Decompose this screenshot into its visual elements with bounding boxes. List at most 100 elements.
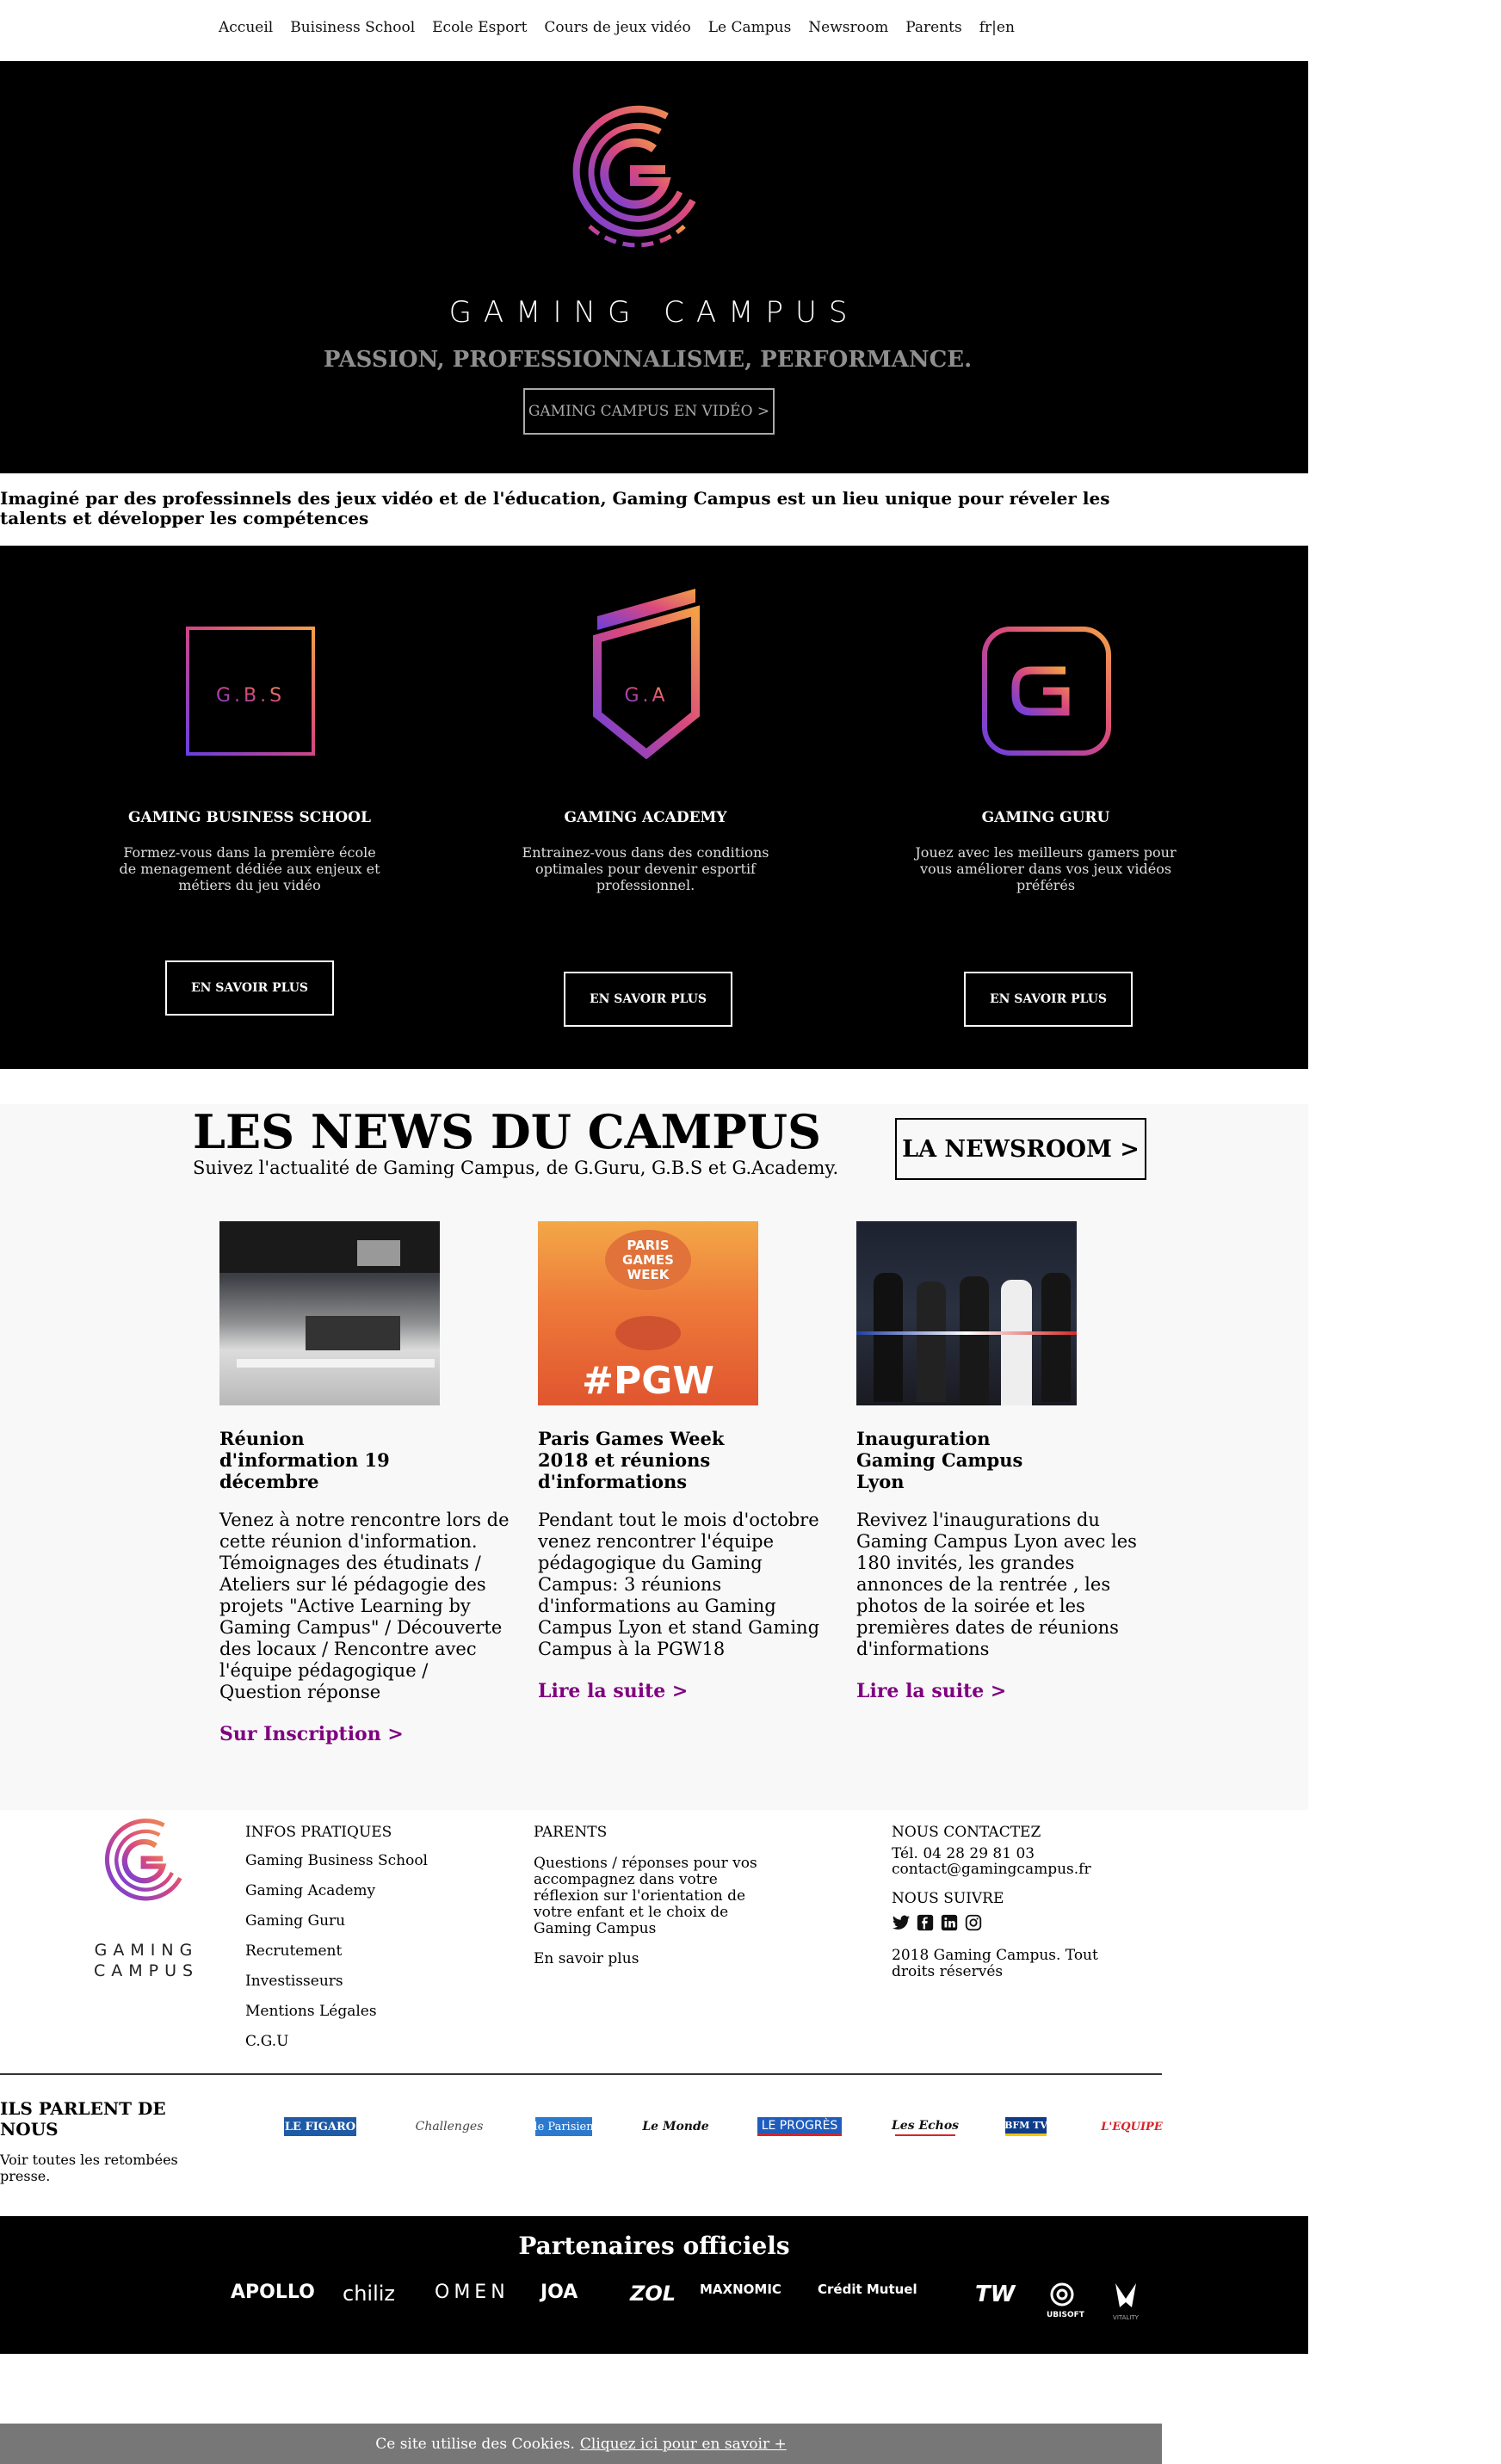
footer-link-guru[interactable]: Gaming Guru bbox=[245, 1913, 428, 1929]
ubisoft-swirl-icon bbox=[1050, 2282, 1074, 2307]
video-button[interactable]: GAMING CAMPUS EN VIDÉO > bbox=[523, 388, 775, 435]
footer-link-academy[interactable]: Gaming Academy bbox=[245, 1883, 428, 1899]
partner-logo-tw[interactable]: TW bbox=[975, 2282, 1015, 2307]
footer-link-investisseurs[interactable]: Investisseurs bbox=[245, 1973, 428, 1989]
school-title: GAMING ACADEMY bbox=[564, 809, 727, 826]
gaming-campus-logo bbox=[104, 1819, 182, 1901]
partner-logo-maxnomic[interactable]: MAXNOMIC bbox=[700, 2282, 781, 2297]
news-text: Venez à notre rencontre lors de cette ré… bbox=[219, 1510, 510, 1702]
footer-infos-pratiques: INFOS PRATIQUES Gaming Business School G… bbox=[245, 1825, 428, 2064]
intro-text: Imaginé par des professinnels des jeux v… bbox=[0, 488, 1110, 528]
news-photo-inauguration[interactable] bbox=[856, 1221, 1077, 1405]
news-link[interactable]: Sur Inscription > bbox=[219, 1723, 512, 1745]
press-logo-figaro[interactable]: LE FIGARO bbox=[284, 2117, 356, 2136]
brand-name: GAMING CAMPUS bbox=[448, 295, 860, 330]
footer-heading: INFOS PRATIQUES bbox=[245, 1824, 392, 1841]
partner-logo-vitality: VITALITY bbox=[1113, 2314, 1139, 2321]
en-savoir-plus-button[interactable]: EN SAVOIR PLUS bbox=[165, 960, 334, 1016]
footer-link-cgu[interactable]: C.G.U bbox=[245, 2034, 428, 2049]
top-nav: Accueil Buisiness School Ecole Esport Co… bbox=[219, 19, 1015, 41]
news-photo-pgw[interactable]: PARIS GAMES WEEK #PGW bbox=[538, 1221, 758, 1405]
partners-heading: Partenaires officiels bbox=[518, 2232, 790, 2260]
footer-phone[interactable]: Tél. 04 28 29 81 03 bbox=[892, 1846, 1115, 1862]
news-card: PARIS GAMES WEEK #PGW Paris Games Week 2… bbox=[538, 1221, 831, 1702]
linkedin-icon[interactable] bbox=[940, 1913, 959, 1932]
gbs-logo-icon: G.B.S bbox=[186, 627, 315, 756]
nav-newsroom[interactable]: Newsroom bbox=[808, 19, 888, 41]
partner-logo-ubisoft-wrap[interactable]: UBISOFT bbox=[1047, 2282, 1084, 2319]
footer-email[interactable]: contact@gamingcampus.fr bbox=[892, 1862, 1115, 1877]
press-logo-parisien[interactable]: le Parisien bbox=[534, 2117, 594, 2136]
school-title: GAMING GURU bbox=[981, 809, 1110, 826]
pgw-logo-text: PARIS GAMES WEEK bbox=[605, 1230, 691, 1290]
nav-ecole-esport[interactable]: Ecole Esport bbox=[432, 19, 527, 41]
footer-parents: PARENTS Questions / réponses pour vos ac… bbox=[534, 1825, 783, 1967]
footer-link-gbs[interactable]: Gaming Business School bbox=[245, 1853, 428, 1868]
footer-follow-heading: NOUS SUIVRE bbox=[892, 1890, 1004, 1907]
gbs-logo-text: G.B.S bbox=[216, 685, 285, 707]
news-link[interactable]: Lire la suite > bbox=[856, 1680, 1149, 1702]
news-card: Inauguration Gaming Campus Lyon Revivez … bbox=[856, 1221, 1149, 1702]
school-desc: Jouez avec les meilleurs gamers pour vou… bbox=[915, 844, 1177, 893]
school-desc: Formez-vous dans la première école de me… bbox=[119, 844, 380, 893]
cookie-link[interactable]: Cliquez ici pour en savoir + bbox=[580, 2436, 787, 2453]
footer-logo-line2: CAMPUS bbox=[93, 1961, 200, 1980]
partner-logo-apollo[interactable]: APOLLO bbox=[231, 2282, 315, 2303]
news-text: Revivez l'inaugurations du Gaming Campus… bbox=[856, 1510, 1137, 1659]
cookie-text: Ce site utilise des Cookies. bbox=[375, 2435, 575, 2453]
footer-parents-link[interactable]: En savoir plus bbox=[534, 1951, 783, 1967]
school-desc: Entrainez-vous dans des conditions optim… bbox=[522, 844, 769, 893]
gaming-campus-logo bbox=[572, 105, 696, 248]
facebook-icon[interactable] bbox=[916, 1913, 935, 1932]
press-logo-equipe[interactable]: L'EQUIPE bbox=[1101, 2117, 1162, 2136]
newsroom-button[interactable]: LA NEWSROOM > bbox=[895, 1118, 1146, 1180]
school-card-gbs: G.B.S GAMING BUSINESS SCHOOL Formez-vous… bbox=[103, 546, 396, 1069]
hero-banner: GAMING CAMPUS PASSION, PROFESSIONNALISME… bbox=[0, 61, 1308, 473]
social-icons bbox=[892, 1913, 1115, 1932]
instagram-icon[interactable] bbox=[964, 1913, 983, 1932]
footer-logo-line1: GAMING bbox=[94, 1941, 199, 1960]
partner-logo-joa[interactable]: JOA bbox=[540, 2282, 578, 2303]
footer-heading: NOUS CONTACTEZ bbox=[892, 1824, 1041, 1841]
nav-cours-jeux-video[interactable]: Cours de jeux vidéo bbox=[544, 19, 690, 41]
en-savoir-plus-button[interactable]: EN SAVOIR PLUS bbox=[564, 972, 732, 1027]
news-link[interactable]: Lire la suite > bbox=[538, 1680, 831, 1702]
ga-logo-icon: G.A bbox=[593, 589, 700, 759]
footer-heading: PARENTS bbox=[534, 1824, 608, 1841]
nav-le-campus[interactable]: Le Campus bbox=[708, 19, 792, 41]
nav-business-school[interactable]: Buisiness School bbox=[290, 19, 415, 41]
nav-language-switch[interactable]: fr|en bbox=[979, 19, 1015, 41]
footer-link-recrutement[interactable]: Recrutement bbox=[245, 1943, 428, 1959]
footer-link-mentions[interactable]: Mentions Légales bbox=[245, 2004, 428, 2019]
news-text: Pendant tout le mois d'octobre venez ren… bbox=[538, 1510, 820, 1659]
news-photo-reunion[interactable] bbox=[219, 1221, 440, 1405]
en-savoir-plus-button[interactable]: EN SAVOIR PLUS bbox=[964, 972, 1133, 1027]
partners-section: Partenaires officiels APOLLO chiliz OMEN… bbox=[0, 2216, 1308, 2354]
school-card-ga: G.A GAMING ACADEMY Entrainez-vous dans d… bbox=[499, 546, 792, 1069]
partner-logo-vitality-wrap[interactable]: VITALITY bbox=[1109, 2282, 1143, 2321]
press-logo-challenges[interactable]: Challenges bbox=[413, 2117, 485, 2136]
footer-logo[interactable]: GAMING CAMPUS bbox=[77, 1812, 215, 1984]
nav-accueil[interactable]: Accueil bbox=[219, 19, 273, 41]
press-link[interactable]: Voir toutes les retombées presse. bbox=[0, 2152, 189, 2184]
schools-section: G.B.S GAMING BUSINESS SCHOOL Formez-vous… bbox=[0, 546, 1308, 1069]
press-logo-monde[interactable]: Le Monde bbox=[642, 2117, 708, 2136]
nav-parents[interactable]: Parents bbox=[905, 19, 962, 41]
press-heading: ILS PARLENT DE NOUS bbox=[0, 2098, 166, 2140]
partner-logo-chiliz[interactable]: chiliz bbox=[343, 2282, 395, 2306]
footer-divider bbox=[0, 2073, 1162, 2075]
twitter-icon[interactable] bbox=[892, 1913, 911, 1932]
partner-logo-credit-mutuel[interactable]: Crédit Mutuel bbox=[818, 2282, 917, 2297]
vitality-wasp-icon bbox=[1115, 2283, 1136, 2307]
partner-logo-ubisoft: UBISOFT bbox=[1047, 2311, 1084, 2319]
press-logo-progres[interactable]: LE PROGRÈS bbox=[757, 2117, 842, 2136]
press-logo-bfmtv[interactable]: BFM TV bbox=[1004, 2117, 1047, 2136]
news-title: Paris Games Week 2018 et réunions d'info… bbox=[538, 1428, 725, 1492]
partner-logo-zol[interactable]: ZOL bbox=[630, 2282, 676, 2306]
footer-parents-text: Questions / réponses pour vos accompagne… bbox=[534, 1855, 757, 1937]
partner-logo-omen[interactable]: OMEN bbox=[435, 2282, 510, 2303]
school-title: GAMING BUSINESS SCHOOL bbox=[128, 809, 371, 826]
news-title: Inauguration Gaming Campus Lyon bbox=[856, 1428, 1023, 1492]
footer-copyright: 2018 Gaming Campus. Tout droits réservés bbox=[892, 1947, 1098, 1980]
press-logo-echos[interactable]: Les Echos bbox=[892, 2117, 959, 2136]
